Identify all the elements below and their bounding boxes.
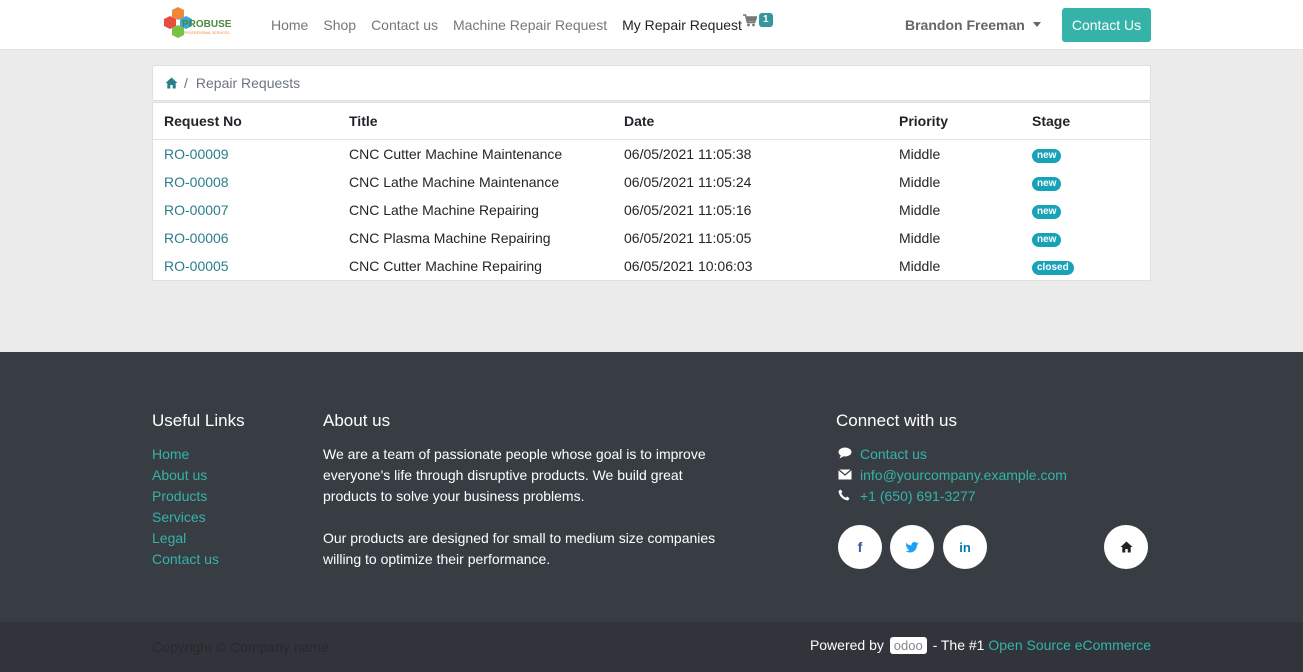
copyright-text: Copyright © Company name: [152, 639, 329, 655]
stage-badge: new: [1032, 204, 1062, 219]
footer-link-legal[interactable]: Legal: [152, 528, 219, 549]
request-link[interactable]: RO-00008: [164, 174, 229, 190]
request-title: CNC Lathe Machine Repairing: [349, 201, 539, 218]
user-menu[interactable]: Brandon Freeman: [905, 17, 1041, 33]
footer-link-about[interactable]: About us: [152, 465, 219, 486]
home-icon[interactable]: [1104, 525, 1148, 569]
footer-link-home[interactable]: Home: [152, 444, 219, 465]
comment-icon: [838, 444, 860, 465]
footer: Useful Links Home About us Products Serv…: [0, 352, 1303, 622]
top-navbar: PROBUSE PROFESSIONAL SERVICES Home Shop …: [0, 0, 1303, 50]
request-priority: Middle: [899, 145, 941, 162]
request-priority: Middle: [899, 229, 941, 246]
facebook-icon[interactable]: f: [838, 525, 882, 569]
caret-down-icon: [1032, 21, 1041, 27]
useful-links-list: Home About us Products Services Legal Co…: [152, 444, 219, 570]
repair-requests-table: Request No Title Date Priority Stage RO-…: [152, 102, 1151, 281]
connect-title: Connect with us: [836, 411, 957, 430]
twitter-icon[interactable]: [890, 525, 934, 569]
header-request-no: Request No: [153, 103, 338, 140]
nav-machine-repair-request[interactable]: Machine Repair Request: [453, 17, 607, 33]
about-paragraph-1: We are a team of passionate people whose…: [323, 446, 706, 504]
phone-icon: [838, 486, 860, 507]
odoo-logo[interactable]: odoo: [889, 637, 927, 654]
header-date: Date: [613, 103, 888, 140]
connect-email-link[interactable]: info@yourcompany.example.com: [860, 465, 1067, 486]
breadcrumb-separator: /: [184, 75, 188, 91]
request-priority: Middle: [899, 201, 941, 218]
request-title: CNC Lathe Machine Maintenance: [349, 173, 560, 190]
request-date: 06/05/2021 11:05:24: [624, 173, 752, 190]
nav-my-repair-request[interactable]: My Repair Request: [622, 17, 742, 33]
table-row: RO-00006 CNC Plasma Machine Repairing 06…: [153, 224, 1150, 252]
main-menu: Home Shop Contact us Machine Repair Requ…: [271, 17, 757, 33]
request-date: 06/05/2021 11:05:16: [624, 201, 752, 218]
connect-phone-link[interactable]: +1 (650) 691-3277: [860, 486, 976, 507]
request-date: 06/05/2021 11:05:38: [624, 145, 752, 162]
open-source-ecommerce-link[interactable]: Open Source eCommerce: [988, 637, 1151, 653]
request-link[interactable]: RO-00007: [164, 202, 229, 218]
envelope-icon: [838, 465, 860, 486]
header-stage: Stage: [1021, 103, 1150, 140]
footer-link-products[interactable]: Products: [152, 486, 219, 507]
header-priority: Priority: [888, 103, 1021, 140]
stage-badge: new: [1032, 176, 1062, 191]
connect-contact-link[interactable]: Contact us: [860, 444, 927, 465]
powered-by: Powered by odoo - The #1 Open Source eCo…: [809, 637, 1151, 654]
home-icon[interactable]: [165, 77, 178, 89]
cart-count-badge: 1: [759, 13, 773, 27]
request-link[interactable]: RO-00006: [164, 230, 229, 246]
user-name: Brandon Freeman: [905, 17, 1025, 33]
probuse-logo[interactable]: PROBUSE PROFESSIONAL SERVICES: [162, 6, 234, 44]
breadcrumb: / Repair Requests: [152, 65, 1151, 101]
breadcrumb-current: Repair Requests: [195, 75, 301, 91]
request-priority: Middle: [899, 173, 941, 190]
nav-home[interactable]: Home: [271, 17, 308, 33]
nav-contact-us[interactable]: Contact us: [371, 17, 438, 33]
shopping-cart-icon[interactable]: [743, 14, 757, 27]
svg-text:PROBUSE: PROBUSE: [182, 19, 232, 30]
request-link[interactable]: RO-00005: [164, 258, 229, 274]
useful-links-title: Useful Links: [152, 411, 245, 430]
request-title: CNC Cutter Machine Maintenance: [349, 145, 563, 162]
linkedin-icon[interactable]: in: [943, 525, 987, 569]
table-row: RO-00005 CNC Cutter Machine Repairing 06…: [153, 252, 1150, 280]
footer-bottom-bar: Copyright © Company name Powered by odoo…: [0, 622, 1303, 672]
request-link[interactable]: RO-00009: [164, 146, 229, 162]
connect-list: Contact us info@yourcompany.example.com …: [838, 444, 1067, 507]
table-row: RO-00008 CNC Lathe Machine Maintenance 0…: [153, 168, 1150, 196]
stage-badge: closed: [1032, 260, 1074, 275]
svg-text:PROFESSIONAL SERVICES: PROFESSIONAL SERVICES: [184, 31, 230, 35]
nav-shop[interactable]: Shop: [323, 17, 356, 33]
table-row: RO-00009 CNC Cutter Machine Maintenance …: [153, 139, 1150, 168]
stage-badge: new: [1032, 148, 1062, 163]
request-date: 06/05/2021 10:06:03: [624, 257, 753, 274]
stage-badge: new: [1032, 232, 1062, 247]
request-priority: Middle: [899, 257, 941, 274]
footer-link-services[interactable]: Services: [152, 507, 219, 528]
about-title: About us: [323, 411, 391, 430]
table-row: RO-00007 CNC Lathe Machine Repairing 06/…: [153, 196, 1150, 224]
header-title: Title: [338, 103, 613, 140]
request-title: CNC Cutter Machine Repairing: [349, 257, 542, 274]
request-date: 06/05/2021 11:05:05: [624, 229, 752, 246]
about-text: We are a team of passionate people whose…: [323, 444, 723, 570]
table-header-row: Request No Title Date Priority Stage: [153, 103, 1150, 140]
about-paragraph-2: Our products are designed for small to m…: [323, 530, 716, 567]
request-title: CNC Plasma Machine Repairing: [349, 229, 551, 246]
contact-us-button[interactable]: Contact Us: [1062, 8, 1151, 42]
footer-link-contact[interactable]: Contact us: [152, 549, 219, 570]
